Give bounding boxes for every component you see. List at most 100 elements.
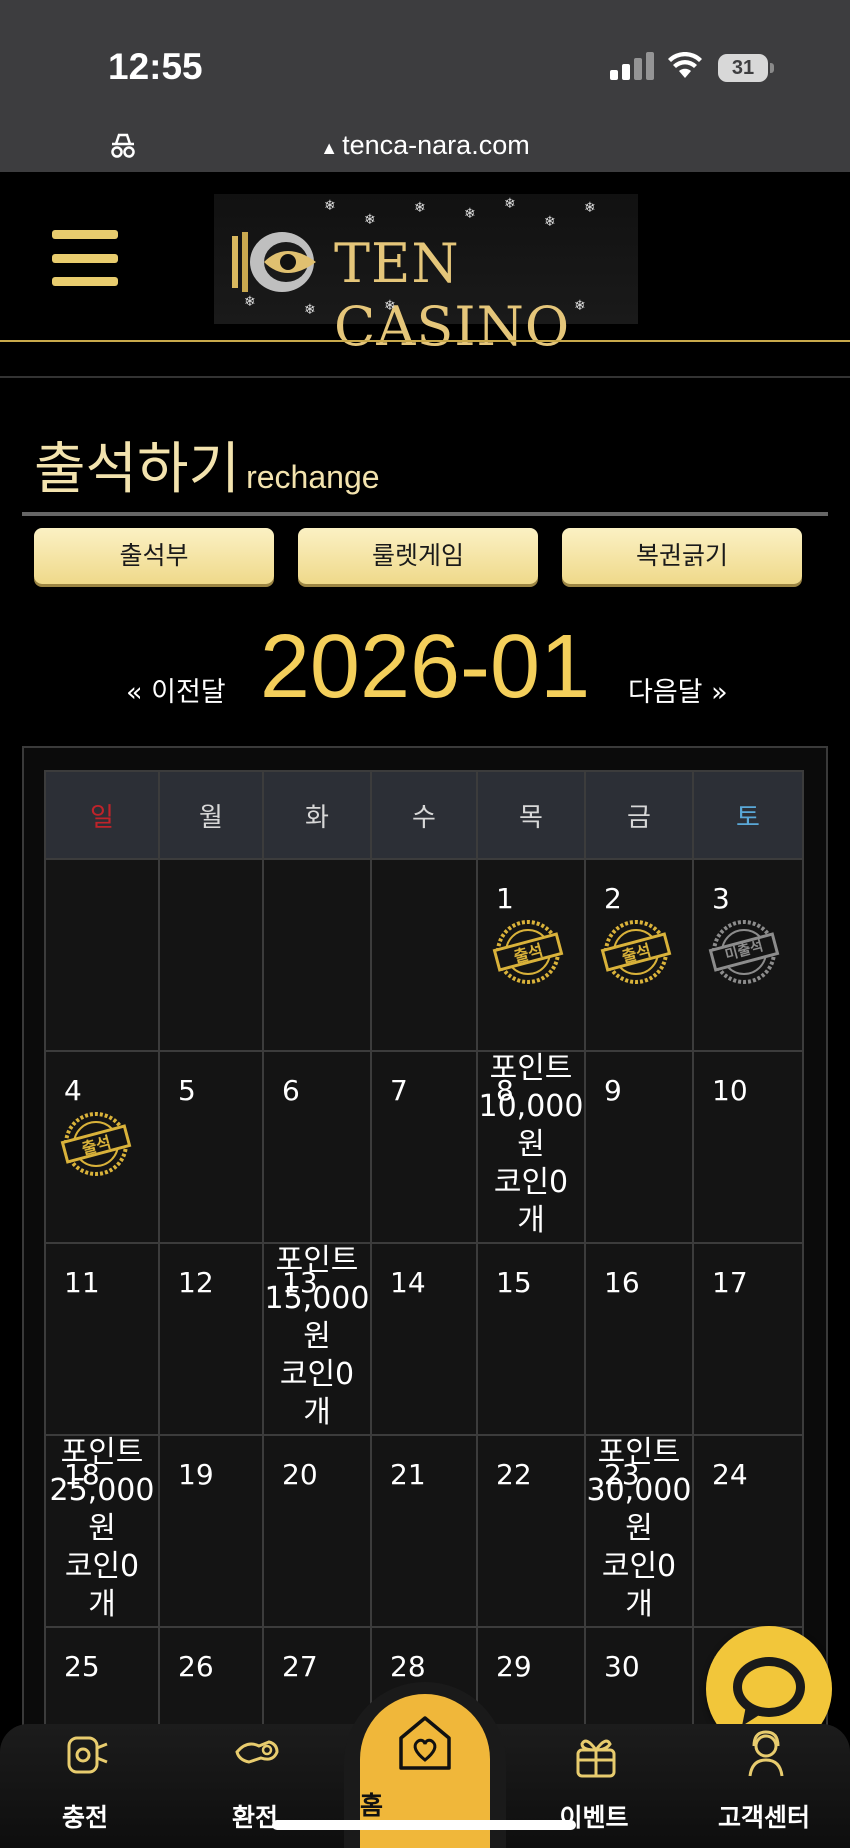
reward-text: 포인트 10,000 원 코인0 개 [478,1050,584,1240]
snowflake-icon: ❄ [304,302,316,318]
title-underline [22,512,828,516]
calendar-day-cell[interactable]: 14 [370,1242,478,1436]
calendar-day-number: 9 [604,1074,622,1107]
reward-line: 코인0 [493,1165,569,1200]
weekday-sat: 토 [692,770,804,860]
reward-line: 30,000 [586,1473,692,1508]
snowflake-icon: ❄ [504,196,516,212]
calendar-empty-cell [44,858,160,1052]
page-title: 출석하기 rechange [34,424,380,505]
url-text-container[interactable]: ▲ tenca-nara.com [0,130,850,161]
calendar-day-cell[interactable]: 18 포인트 25,000 원 코인0 개 [44,1434,160,1628]
calendar-day-number: 5 [178,1074,196,1107]
page-subtitle: rechange [246,459,380,495]
calendar-day-cell[interactable]: 23 포인트 30,000 원 코인0 개 [584,1434,694,1628]
tab-lottery[interactable]: 복권긁기 [562,528,802,584]
calendar-day-cell[interactable]: 8 포인트 10,000 원 코인0 개 [476,1050,586,1244]
calendar-day-cell[interactable]: 22 [476,1434,586,1628]
calendar-day-number: 25 [64,1650,100,1683]
attendance-stamp-icon: 출석 [600,916,672,988]
reward-line: 포인트 [275,1243,359,1278]
wifi-icon [668,52,702,78]
nav-label: 고객센터 [717,1803,810,1832]
prev-month-link[interactable]: « 이전달 [126,670,226,709]
calendar-day-cell[interactable]: 16 [584,1242,694,1436]
calendar-day-cell[interactable]: 15 [476,1242,586,1436]
snowflake-icon: ❄ [384,298,396,314]
calendar-day-cell[interactable]: 24 [692,1434,804,1628]
attendance-stamp-icon: 출석 [492,916,564,988]
recharge-icon [67,1736,108,1774]
calendar-day-cell[interactable]: 7 [370,1050,478,1244]
calendar-week-row: 11 12 13 포인트 15,000 원 코인0 개 14 15 16 17 [44,1242,804,1436]
calendar-day-cell[interactable]: 11 [44,1242,160,1436]
weekday-fri: 금 [584,770,694,860]
calendar-day-cell[interactable]: 3 미출석 [692,858,804,1052]
reward-line: 코인0 [279,1357,355,1392]
calendar-day-number: 21 [390,1458,426,1491]
reward-text: 포인트 25,000 원 코인0 개 [46,1434,158,1624]
battery-indicator: 31 [718,54,774,82]
nav-recharge[interactable]: 충전 [25,1726,145,1844]
calendar-empty-cell [158,858,264,1052]
calendar-day-cell[interactable]: 19 [158,1434,264,1628]
calendar-day-cell[interactable]: 9 [584,1050,694,1244]
weekday-label: 화 [305,802,329,833]
calendar-day-cell[interactable]: 21 [370,1434,478,1628]
support-icon [748,1730,784,1777]
weekday-label: 목 [519,802,543,833]
menu-icon[interactable] [52,230,118,286]
reward-line: 포인트 [489,1051,573,1086]
page-title-text: 출석하기 [34,437,241,502]
calendar-day-cell[interactable]: 12 [158,1242,264,1436]
calendar-day-number: 16 [604,1266,640,1299]
calendar-day-cell[interactable]: 2 출석 [584,858,694,1052]
reward-line: 개 [88,1587,116,1622]
calendar-day-number: 22 [496,1458,532,1491]
calendar-day-number: 11 [64,1266,100,1299]
calendar-day-cell[interactable]: 5 [158,1050,264,1244]
calendar-day-cell[interactable]: 10 [692,1050,804,1244]
calendar-day-number: 12 [178,1266,214,1299]
reward-line: 코인0 [601,1549,677,1584]
exchange-icon [235,1740,279,1764]
nav-support[interactable]: 고객센터 [704,1726,824,1844]
reward-line: 원 [517,1127,545,1162]
weekday-mon: 월 [158,770,264,860]
reward-line: 포인트 [597,1435,681,1470]
attendance-stamp-icon: 출석 [60,1108,132,1180]
calendar-day-cell[interactable]: 4 출석 [44,1050,160,1244]
calendar-week-row: 1 출석 2 출석 3 미출석 [44,858,804,1052]
snowflake-icon: ❄ [414,200,426,216]
site-logo[interactable]: TEN CASINO ❄ ❄ ❄ ❄ ❄ ❄ ❄ ❄ ❄ ❄ ❄ [214,194,638,358]
calendar-day-cell[interactable]: 6 [262,1050,372,1244]
reward-line: 코인0 [64,1549,140,1584]
logo-mark-icon [232,232,316,292]
calendar-day-number: 15 [496,1266,532,1299]
reward-line: 포인트 [60,1435,144,1470]
calendar-day-cell[interactable]: 13 포인트 15,000 원 코인0 개 [262,1242,372,1436]
calendar-day-number: 24 [712,1458,748,1491]
calendar-day-number: 1 [496,882,514,915]
calendar-day-cell[interactable]: 1 출석 [476,858,586,1052]
snowflake-icon: ❄ [584,200,596,216]
weekday-label: 금 [627,802,651,833]
calendar-day-number: 4 [64,1074,82,1107]
calendar-day-number: 17 [712,1266,748,1299]
reward-line: 개 [625,1587,653,1622]
tab-roulette[interactable]: 룰렛게임 [298,528,538,584]
calendar-day-cell[interactable]: 20 [262,1434,372,1628]
calendar-day-number: 28 [390,1650,426,1683]
calendar-day-number: 14 [390,1266,426,1299]
reward-line: 10,000 [478,1089,584,1124]
weekday-tue: 화 [262,770,372,860]
tab-attendance[interactable]: 출석부 [34,528,274,584]
calendar-day-cell[interactable]: 17 [692,1242,804,1436]
calendar-day-number: 30 [604,1650,640,1683]
reward-line: 원 [303,1319,331,1354]
calendar-day-number: 26 [178,1650,214,1683]
next-month-link[interactable]: 다음달 » [628,670,728,709]
calendar-day-number: 29 [496,1650,532,1683]
reward-line: 원 [88,1511,116,1546]
warning-icon: ▲ [320,138,339,158]
